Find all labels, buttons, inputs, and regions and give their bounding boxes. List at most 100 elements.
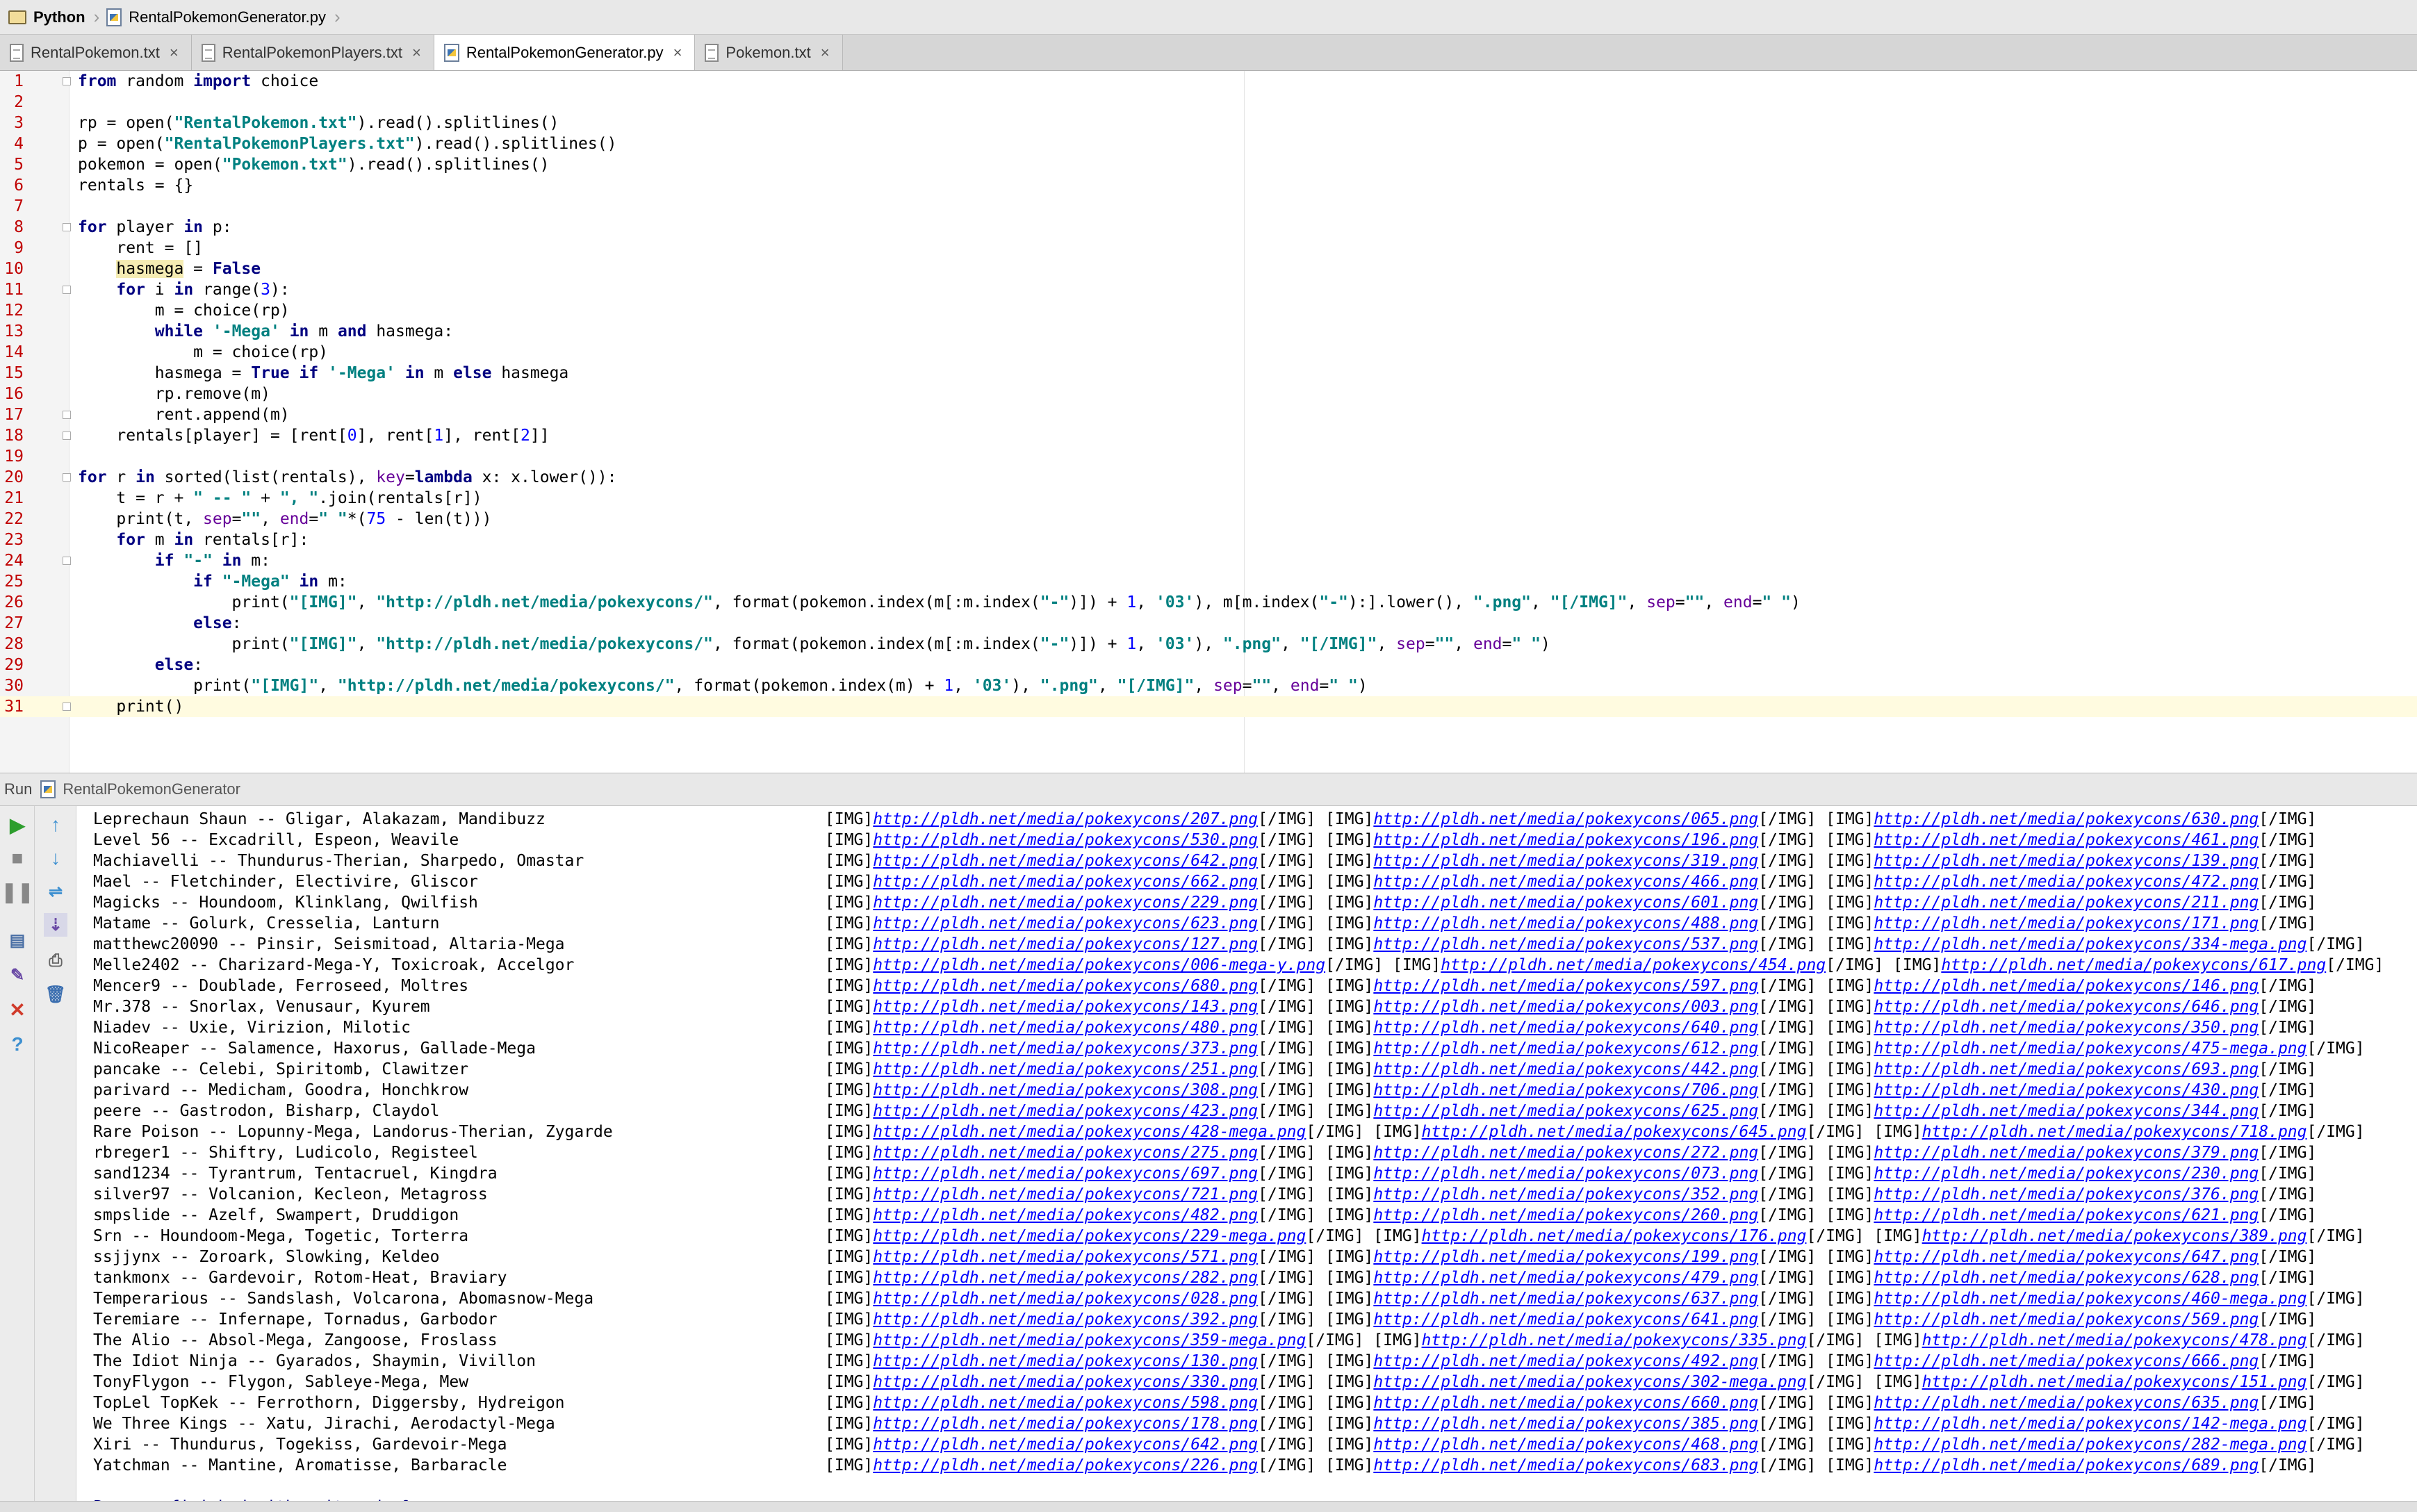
code-line[interactable]: 2 [0, 92, 2417, 113]
console-img-links[interactable]: [IMG]http://pldh.net/media/pokexycons/20… [825, 809, 2316, 830]
console-link[interactable]: http://pldh.net/media/pokexycons/196.png [1373, 831, 1758, 849]
run-console-output[interactable]: Leprechaun Shaun -- Gligar, Alakazam, Ma… [78, 806, 2417, 1512]
console-img-links[interactable]: [IMG]http://pldh.net/media/pokexycons/69… [825, 1163, 2316, 1184]
breadcrumb-project[interactable]: Python [8, 0, 91, 35]
console-img-links[interactable]: [IMG]http://pldh.net/media/pokexycons/22… [825, 892, 2316, 913]
console-img-links[interactable]: [IMG]http://pldh.net/media/pokexycons/17… [825, 1413, 2365, 1434]
console-link[interactable]: http://pldh.net/media/pokexycons/571.png [873, 1248, 1258, 1266]
code-line[interactable]: 20 for r in sorted(list(rentals), key=lam… [0, 467, 2417, 488]
code-line[interactable]: 26 print("[IMG]", "http://pldh.net/media… [0, 592, 2417, 613]
console-link[interactable]: http://pldh.net/media/pokexycons/146.png [1874, 977, 2259, 995]
close-icon[interactable]: ✕ [6, 998, 29, 1021]
code-line[interactable]: 9 rent = [] [0, 238, 2417, 258]
console-img-links[interactable]: [IMG]http://pldh.net/media/pokexycons/68… [825, 976, 2316, 996]
pause-icon[interactable]: ❚❚ [1, 880, 34, 903]
console-link[interactable]: http://pldh.net/media/pokexycons/251.png [873, 1060, 1258, 1078]
code-line[interactable]: 29 else: [0, 655, 2417, 675]
code-line[interactable]: 1 from random import choice [0, 71, 2417, 92]
console-link[interactable]: http://pldh.net/media/pokexycons/359-meg… [873, 1331, 1306, 1349]
rerun-icon[interactable]: ▶ [6, 813, 29, 837]
fold-marker-icon[interactable] [63, 77, 71, 85]
console-link[interactable]: http://pldh.net/media/pokexycons/151.png [1922, 1373, 2307, 1391]
console-img-links[interactable]: [IMG]http://pldh.net/media/pokexycons/02… [825, 1288, 2365, 1309]
console-link[interactable]: http://pldh.net/media/pokexycons/460-meg… [1874, 1290, 2307, 1308]
console-link[interactable]: http://pldh.net/media/pokexycons/350.png [1874, 1019, 2259, 1037]
console-link[interactable]: http://pldh.net/media/pokexycons/282-meg… [1874, 1436, 2307, 1454]
code-editor[interactable]: 1 from random import choice 2 3 rp = open("R… [0, 71, 2417, 773]
code-line[interactable]: 23 for m in rentals[r]: [0, 529, 2417, 550]
console-link[interactable]: http://pldh.net/media/pokexycons/139.png [1874, 852, 2259, 870]
console-link[interactable]: http://pldh.net/media/pokexycons/127.png [873, 935, 1258, 953]
console-link[interactable]: http://pldh.net/media/pokexycons/645.png [1422, 1123, 1807, 1141]
editor-tab[interactable]: RentalPokemonPlayers.txt × [191, 35, 434, 70]
print-icon[interactable]: ⎙ [44, 949, 67, 973]
console-link[interactable]: http://pldh.net/media/pokexycons/612.png [1373, 1040, 1758, 1058]
console-img-links[interactable]: [IMG]http://pldh.net/media/pokexycons/37… [825, 1038, 2365, 1059]
console-link[interactable]: http://pldh.net/media/pokexycons/334-meg… [1874, 935, 2307, 953]
console-link[interactable]: http://pldh.net/media/pokexycons/171.png [1874, 914, 2259, 932]
console-link[interactable]: http://pldh.net/media/pokexycons/642.png [873, 852, 1258, 870]
console-link[interactable]: http://pldh.net/media/pokexycons/142-meg… [1874, 1415, 2307, 1433]
console-link[interactable]: http://pldh.net/media/pokexycons/617.png [1941, 956, 2326, 974]
run-config-name[interactable]: RentalPokemonGenerator [63, 780, 240, 798]
code-line[interactable]: 13 while '-Mega' in m and hasmega: [0, 321, 2417, 342]
console-link[interactable]: http://pldh.net/media/pokexycons/229-meg… [873, 1227, 1306, 1245]
scroll-to-end-icon[interactable]: ⇣ [44, 913, 67, 937]
code-line[interactable]: 4 p = open("RentalPokemonPlayers.txt").re… [0, 133, 2417, 154]
code-line[interactable]: 6 rentals = {} [0, 175, 2417, 196]
console-img-links[interactable]: [IMG]http://pldh.net/media/pokexycons/48… [825, 1017, 2316, 1038]
console-link[interactable]: http://pldh.net/media/pokexycons/178.png [873, 1415, 1258, 1433]
console-link[interactable]: http://pldh.net/media/pokexycons/660.png [1373, 1394, 1758, 1412]
console-img-links[interactable]: [IMG]http://pldh.net/media/pokexycons/33… [825, 1372, 2365, 1392]
console-link[interactable]: http://pldh.net/media/pokexycons/028.png [873, 1290, 1258, 1308]
console-link[interactable]: http://pldh.net/media/pokexycons/143.png [873, 998, 1258, 1016]
console-link[interactable]: http://pldh.net/media/pokexycons/628.png [1874, 1269, 2259, 1287]
console-link[interactable]: http://pldh.net/media/pokexycons/601.png [1373, 894, 1758, 912]
console-img-links[interactable]: [IMG]http://pldh.net/media/pokexycons/27… [825, 1142, 2316, 1163]
console-link[interactable]: http://pldh.net/media/pokexycons/260.png [1373, 1206, 1758, 1224]
code-line[interactable]: 24 if "-" in m: [0, 550, 2417, 571]
console-link[interactable]: http://pldh.net/media/pokexycons/475-meg… [1874, 1040, 2307, 1058]
console-img-links[interactable]: [IMG]http://pldh.net/media/pokexycons/42… [825, 1121, 2365, 1142]
console-img-links[interactable]: [IMG]http://pldh.net/media/pokexycons/14… [825, 996, 2316, 1017]
console-img-links[interactable]: [IMG]http://pldh.net/media/pokexycons/62… [825, 913, 2316, 934]
console-link[interactable]: http://pldh.net/media/pokexycons/697.png [873, 1165, 1258, 1183]
console-link[interactable]: http://pldh.net/media/pokexycons/352.png [1373, 1185, 1758, 1203]
editor-tab[interactable]: RentalPokemon.txt × [0, 35, 192, 70]
fold-marker-icon[interactable] [63, 702, 71, 711]
console-link[interactable]: http://pldh.net/media/pokexycons/642.png [873, 1436, 1258, 1454]
console-link[interactable]: http://pldh.net/media/pokexycons/442.png [1373, 1060, 1758, 1078]
console-link[interactable]: http://pldh.net/media/pokexycons/373.png [873, 1040, 1258, 1058]
console-link[interactable]: http://pldh.net/media/pokexycons/230.png [1874, 1165, 2259, 1183]
console-link[interactable]: http://pldh.net/media/pokexycons/569.png [1874, 1310, 2259, 1329]
console-link[interactable]: http://pldh.net/media/pokexycons/335.png [1422, 1331, 1807, 1349]
console-link[interactable]: http://pldh.net/media/pokexycons/693.png [1874, 1060, 2259, 1078]
code-line[interactable]: 12 m = choice(rp) [0, 300, 2417, 321]
console-link[interactable]: http://pldh.net/media/pokexycons/598.png [873, 1394, 1258, 1412]
console-link[interactable]: http://pldh.net/media/pokexycons/392.png [873, 1310, 1258, 1329]
breadcrumb-file[interactable]: RentalPokemonGenerator.py [106, 0, 331, 35]
console-link[interactable]: http://pldh.net/media/pokexycons/478.png [1922, 1331, 2307, 1349]
console-img-links[interactable]: [IMG]http://pldh.net/media/pokexycons/00… [825, 955, 2384, 976]
console-link[interactable]: http://pldh.net/media/pokexycons/430.png [1874, 1081, 2259, 1099]
console-link[interactable]: http://pldh.net/media/pokexycons/647.png [1874, 1248, 2259, 1266]
code-line[interactable]: 22 print(t, sep="", end=" "*(75 - len(t)… [0, 509, 2417, 529]
console-link[interactable]: http://pldh.net/media/pokexycons/065.png [1373, 810, 1758, 828]
console-link[interactable]: http://pldh.net/media/pokexycons/385.png [1373, 1415, 1758, 1433]
trash-icon[interactable]: 🗑 [44, 983, 67, 1006]
console-link[interactable]: http://pldh.net/media/pokexycons/073.png [1373, 1165, 1758, 1183]
console-link[interactable]: http://pldh.net/media/pokexycons/428-meg… [873, 1123, 1306, 1141]
console-link[interactable]: http://pldh.net/media/pokexycons/530.png [873, 831, 1258, 849]
console-link[interactable]: http://pldh.net/media/pokexycons/319.png [1373, 852, 1758, 870]
console-link[interactable]: http://pldh.net/media/pokexycons/006-meg… [873, 956, 1325, 974]
console-img-links[interactable]: [IMG]http://pldh.net/media/pokexycons/42… [825, 1101, 2316, 1121]
fold-marker-icon[interactable] [63, 557, 71, 565]
code-line[interactable]: 5 pokemon = open("Pokemon.txt").read().sp… [0, 154, 2417, 175]
console-link[interactable]: http://pldh.net/media/pokexycons/640.png [1373, 1019, 1758, 1037]
console-link[interactable]: http://pldh.net/media/pokexycons/683.png [1373, 1456, 1758, 1474]
console-img-links[interactable]: [IMG]http://pldh.net/media/pokexycons/48… [825, 1205, 2316, 1226]
editor-tab[interactable]: RentalPokemonGenerator.py × [434, 35, 696, 70]
console-link[interactable]: http://pldh.net/media/pokexycons/379.png [1874, 1144, 2259, 1162]
console-link[interactable]: http://pldh.net/media/pokexycons/662.png [873, 873, 1258, 891]
console-link[interactable]: http://pldh.net/media/pokexycons/229.png [873, 894, 1258, 912]
